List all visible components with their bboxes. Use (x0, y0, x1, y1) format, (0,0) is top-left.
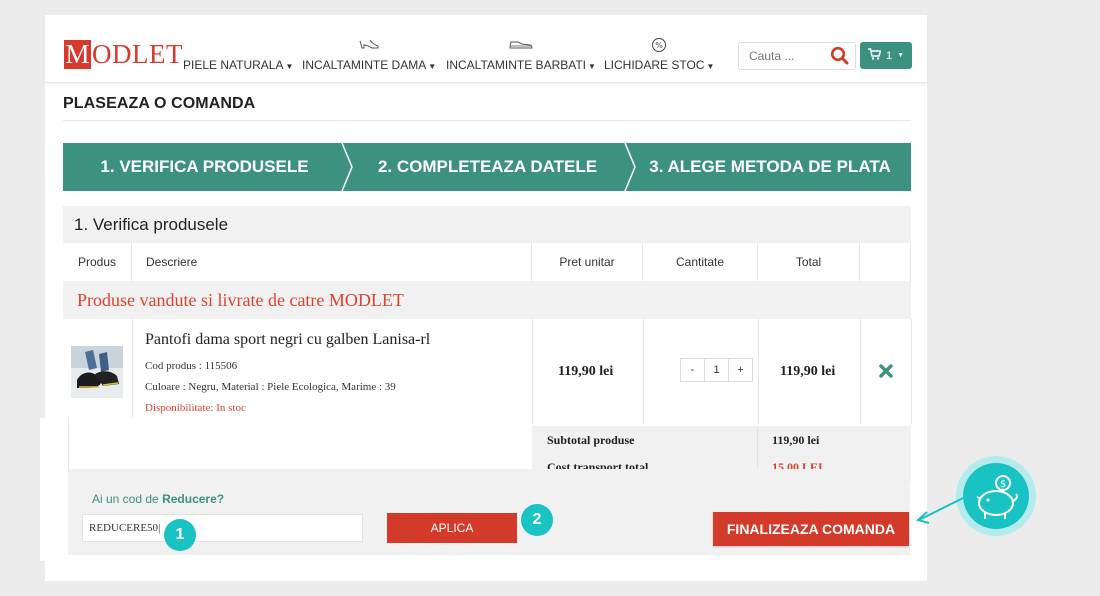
header-pret-unitar: Pret unitar (532, 243, 643, 281)
discount-question: Ai un cod de Reducere? (92, 492, 225, 506)
page-title: PLASEAZA O COMANDA (63, 95, 256, 112)
nav-label: INCALTAMINTE DAMA (302, 58, 427, 72)
header-descriere: Descriere (132, 243, 532, 281)
svg-text:$: $ (1000, 479, 1006, 490)
product-attributes: Culoare : Negru, Material : Piele Ecolog… (145, 381, 396, 393)
cart-icon (867, 48, 882, 63)
site-logo[interactable]: M ODLET (64, 39, 183, 69)
remove-item-icon[interactable] (878, 363, 894, 379)
product-availability: Disponibilitate: In stoc (145, 402, 246, 414)
step-label: 1. VERIFICA PRODUSELE (100, 157, 309, 176)
logo-text: ODLET (92, 38, 183, 69)
discount-link[interactable]: Reducere? (162, 492, 224, 506)
sneaker-icon (446, 37, 596, 55)
product-image[interactable] (71, 346, 123, 398)
step-chevron (341, 143, 353, 191)
step-completeaza-datele[interactable]: 2. COMPLETEAZA DATELE (346, 143, 629, 191)
subtotal-value: 119,90 lei (772, 433, 820, 447)
step-badge-1: 1 (164, 519, 196, 551)
cart-count: 1 (885, 49, 893, 62)
qty-value[interactable]: 1 (704, 358, 729, 382)
finalize-order-button[interactable]: FINALIZEAZA COMANDA (713, 512, 909, 546)
overlay-panel (68, 418, 531, 469)
site-header: M ODLET PIELE NATURALA ▼ INCALTAMINTE DAM… (45, 15, 927, 83)
search-input[interactable] (749, 49, 819, 63)
header-cantitate: Cantitate (643, 243, 758, 281)
checkout-steps: 1. VERIFICA PRODUSELE 2. COMPLETEAZA DAT… (63, 143, 911, 191)
section-title: 1. Verifica produsele (63, 206, 911, 243)
product-code: Cod produs : 115506 (145, 360, 238, 372)
header-actions (860, 243, 911, 281)
nav-label: PIELE NATURALA (183, 58, 284, 72)
caret-down-icon: ▼ (897, 52, 905, 59)
step-label: 2. COMPLETEAZA DATELE (377, 157, 598, 176)
nav-label: INCALTAMINTE BARBATI (446, 58, 587, 72)
table-header: Produs Descriere Pret unitar Cantitate T… (63, 243, 911, 281)
quantity-stepper: - 1 + (680, 358, 753, 382)
logo-initial: M (64, 38, 91, 69)
caret-down-icon: ▼ (428, 62, 437, 71)
product-name[interactable]: Pantofi dama sport negri cu galben Lanis… (145, 331, 430, 349)
caret-down-icon: ▼ (706, 62, 715, 71)
nav-item-lichidare-stoc[interactable]: % LICHIDARE STOC ▼ (604, 37, 714, 72)
discount-code-input[interactable]: REDUCERE50| (82, 514, 363, 542)
heel-shoe-icon (302, 37, 436, 55)
search-icon[interactable] (830, 46, 850, 71)
svg-text:%: % (655, 41, 663, 50)
unit-price: 119,90 lei (558, 364, 614, 379)
step-badge-2: 2 (521, 504, 553, 536)
step-chevron (624, 143, 636, 191)
pointer-arrow-icon (915, 497, 964, 524)
nav-label: LICHIDARE STOC (604, 58, 705, 72)
header-produs: Produs (63, 243, 132, 281)
header-total: Total (758, 243, 860, 281)
subtotal-label: Subtotal produse (547, 433, 635, 447)
nav-item-incaltaminte-dama[interactable]: INCALTAMINTE DAMA ▼ (302, 37, 436, 72)
row-total: 119,90 lei (780, 364, 836, 379)
search-box (738, 42, 856, 70)
apply-discount-button[interactable]: APLICA (387, 513, 517, 543)
percent-icon: % (604, 37, 714, 55)
step-label: 3. ALEGE METODA DE PLATA (649, 157, 891, 176)
divider (63, 120, 911, 121)
text-cursor: | (158, 522, 161, 534)
nav-item-incaltaminte-barbati[interactable]: INCALTAMINTE BARBATI ▼ (446, 37, 596, 72)
cart-button[interactable]: 1 ▼ (860, 42, 912, 69)
caret-down-icon: ▼ (285, 62, 294, 71)
nav-item-piele-naturala[interactable]: PIELE NATURALA ▼ (183, 37, 293, 72)
step-verifica-produsele[interactable]: 1. VERIFICA PRODUSELE (63, 143, 346, 191)
qty-increase-button[interactable]: + (728, 358, 753, 382)
piggy-bank-icon: $ (963, 463, 1029, 529)
caret-down-icon: ▼ (588, 62, 596, 71)
seller-row: Produse vandute si livrate de catre MODL… (63, 281, 911, 319)
table-row: Pantofi dama sport negri cu galben Lanis… (63, 319, 912, 424)
qty-decrease-button[interactable]: - (680, 358, 705, 382)
step-alege-metoda-plata[interactable]: 3. ALEGE METODA DE PLATA (629, 143, 911, 191)
overlay-panel (40, 418, 68, 561)
